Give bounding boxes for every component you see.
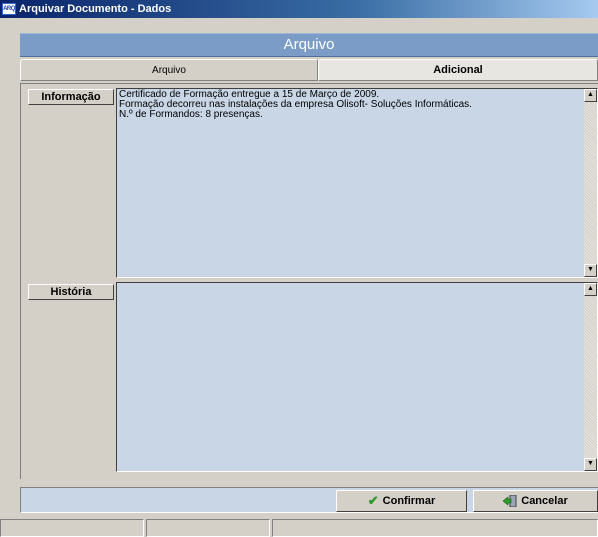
app-arq-icon: ARQ: [2, 3, 16, 15]
cancel-label: Cancelar: [521, 495, 568, 507]
check-icon: ✔: [367, 493, 379, 508]
confirm-label: Confirmar: [382, 495, 436, 507]
informacao-line: N.º de Formandos: 8 presenças.: [119, 109, 263, 120]
historia-memo[interactable]: ▲ ▼: [116, 282, 598, 472]
informacao-scrollbar[interactable]: ▲ ▼: [584, 89, 597, 277]
status-cell: [146, 519, 270, 537]
confirm-button[interactable]: ✔ Confirmar: [336, 490, 467, 512]
exit-door-icon: [502, 494, 517, 508]
historia-scrollbar[interactable]: ▲ ▼: [584, 283, 597, 471]
informacao-text: Certificado de Formação entregue a 15 de…: [119, 90, 583, 120]
label-column: [22, 85, 116, 477]
status-cell: [272, 519, 598, 537]
scroll-up-arrow-icon[interactable]: ▲: [584, 283, 597, 296]
page-title: Arquivo: [20, 33, 598, 57]
cancel-button[interactable]: Cancelar: [473, 490, 598, 512]
tab-strip: Arquivo Adicional: [20, 59, 598, 81]
informacao-memo[interactable]: Certificado de Formação entregue a 15 de…: [116, 88, 598, 278]
window-titlebar[interactable]: ARQ Arquivar Documento - Dados: [0, 0, 598, 18]
window-title: Arquivar Documento - Dados: [19, 3, 172, 15]
tab-adicional[interactable]: Adicional: [318, 59, 598, 81]
status-cell: [0, 519, 144, 537]
scroll-up-arrow-icon[interactable]: ▲: [584, 89, 597, 102]
historia-label: História: [28, 284, 114, 300]
status-bar: [0, 519, 598, 537]
informacao-label: Informação: [28, 89, 114, 105]
scroll-down-arrow-icon[interactable]: ▼: [584, 458, 597, 471]
scroll-down-arrow-icon[interactable]: ▼: [584, 264, 597, 277]
tab-arquivo[interactable]: Arquivo: [20, 59, 318, 81]
